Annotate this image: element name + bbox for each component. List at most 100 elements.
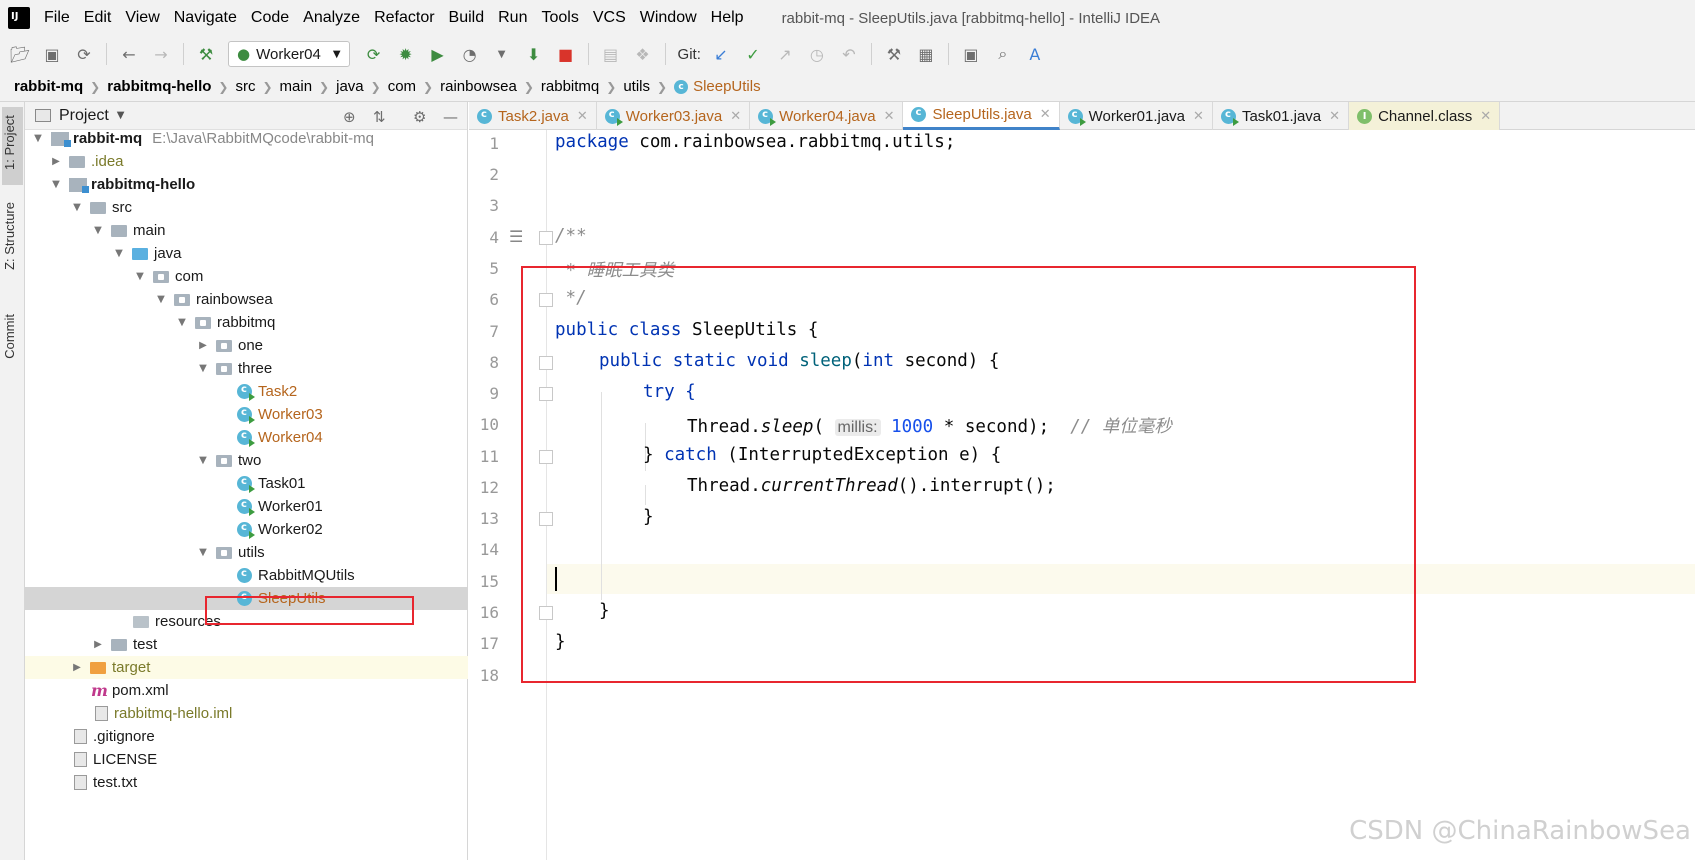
expanded-arrow-icon[interactable]: ▼ bbox=[91, 225, 105, 236]
tree-item[interactable]: Worker03 bbox=[25, 403, 468, 426]
stop-icon[interactable]: ■ bbox=[556, 44, 576, 64]
close-icon[interactable]: ✕ bbox=[1480, 109, 1491, 124]
run-configuration-select[interactable]: ● Worker04 ▼ bbox=[228, 41, 350, 67]
build-hammer-icon[interactable]: ⚒ bbox=[196, 44, 216, 64]
editor-tab[interactable]: Task2.java ✕ bbox=[469, 102, 597, 130]
tree-item[interactable]: ▼ rabbit-mq E:\Java\RabbitMQcode\rabbit-… bbox=[25, 127, 468, 150]
breadcrumb-item[interactable]: src bbox=[235, 78, 255, 95]
more-run-dropdown-icon[interactable]: ▼ bbox=[492, 44, 512, 64]
breadcrumb-current-file[interactable]: SleepUtils bbox=[693, 78, 761, 95]
expanded-arrow-icon[interactable]: ▼ bbox=[112, 248, 126, 259]
menu-view[interactable]: View bbox=[125, 9, 159, 27]
breadcrumb-item[interactable]: rabbit-mq bbox=[14, 78, 83, 95]
menu-code[interactable]: Code bbox=[251, 9, 289, 27]
tree-item[interactable]: LICENSE bbox=[25, 748, 468, 771]
tree-item[interactable]: ▶ target bbox=[25, 656, 468, 679]
save-all-icon[interactable]: ▣ bbox=[42, 44, 62, 64]
breadcrumb-item[interactable]: rabbitmq bbox=[541, 78, 599, 95]
breadcrumb-item[interactable]: rainbowsea bbox=[440, 78, 517, 95]
git-update-icon[interactable]: ↙ bbox=[711, 44, 731, 64]
expanded-arrow-icon[interactable]: ▼ bbox=[196, 455, 210, 466]
breadcrumb-item[interactable]: main bbox=[280, 78, 313, 95]
structure-icon[interactable]: ❖ bbox=[633, 44, 653, 64]
editor-tab[interactable]: Worker01.java ✕ bbox=[1060, 102, 1213, 130]
rerun-icon[interactable]: ⟳ bbox=[364, 44, 384, 64]
tree-item[interactable]: Worker01 bbox=[25, 495, 468, 518]
menu-refactor[interactable]: Refactor bbox=[374, 9, 434, 27]
editor-tab[interactable]: Task01.java ✕ bbox=[1213, 102, 1350, 130]
tool-tab-structure[interactable]: Z: Structure bbox=[2, 202, 17, 270]
locate-target-icon[interactable]: ⊕ bbox=[343, 108, 356, 126]
editor-tab[interactable]: Worker04.java ✕ bbox=[750, 102, 904, 130]
gear-icon[interactable]: ⚙ bbox=[413, 108, 426, 126]
expanded-arrow-icon[interactable]: ▼ bbox=[196, 547, 210, 558]
rollback-icon[interactable]: ↶ bbox=[839, 44, 859, 64]
tree-item[interactable]: ▼ rainbowsea bbox=[25, 288, 468, 311]
tree-item[interactable]: ▶ .idea bbox=[25, 150, 468, 173]
tree-item[interactable]: ▼ main bbox=[25, 219, 468, 242]
tree-item[interactable]: m pom.xml bbox=[25, 679, 468, 702]
collapsed-arrow-icon[interactable]: ▶ bbox=[49, 156, 63, 167]
tree-item[interactable]: Worker04 bbox=[25, 426, 468, 449]
expanded-arrow-icon[interactable]: ▼ bbox=[70, 202, 84, 213]
close-icon[interactable]: ✕ bbox=[884, 109, 895, 124]
terminal-icon[interactable]: ▣ bbox=[961, 44, 981, 64]
expanded-arrow-icon[interactable]: ▼ bbox=[175, 317, 189, 328]
close-icon[interactable]: ✕ bbox=[730, 109, 741, 124]
menu-file[interactable]: File bbox=[44, 9, 70, 27]
tree-item[interactable]: RabbitMQUtils bbox=[25, 564, 468, 587]
menu-edit[interactable]: Edit bbox=[84, 9, 112, 27]
menu-tools[interactable]: Tools bbox=[541, 9, 578, 27]
menu-window[interactable]: Window bbox=[640, 9, 697, 27]
expanded-arrow-icon[interactable]: ▼ bbox=[154, 294, 168, 305]
tree-item[interactable]: ▼ rabbitmq-hello bbox=[25, 173, 468, 196]
tree-item[interactable]: test.txt bbox=[25, 771, 468, 794]
close-icon[interactable]: ✕ bbox=[577, 109, 588, 124]
tool-tab-commit[interactable]: Commit bbox=[2, 314, 17, 359]
fold-marker-icon[interactable] bbox=[539, 231, 553, 245]
tree-item[interactable]: ▶ one bbox=[25, 334, 468, 357]
close-icon[interactable]: ✕ bbox=[1329, 109, 1340, 124]
tree-item[interactable]: ▼ three bbox=[25, 357, 468, 380]
expanded-arrow-icon[interactable]: ▼ bbox=[196, 363, 210, 374]
tree-item[interactable]: ▼ com bbox=[25, 265, 468, 288]
breadcrumb-item[interactable]: java bbox=[336, 78, 364, 95]
attach-debugger-icon[interactable]: ⬇ bbox=[524, 44, 544, 64]
tree-item[interactable]: rabbitmq-hello.iml bbox=[25, 702, 468, 725]
breadcrumb-item[interactable]: utils bbox=[623, 78, 650, 95]
history-icon[interactable]: ◷ bbox=[807, 44, 827, 64]
collapsed-arrow-icon[interactable]: ▶ bbox=[70, 662, 84, 673]
tree-item[interactable]: ▼ utils bbox=[25, 541, 468, 564]
git-push-icon[interactable]: ↗ bbox=[775, 44, 795, 64]
forward-arrow-icon[interactable]: → bbox=[151, 44, 171, 64]
hide-panel-icon[interactable]: — bbox=[443, 108, 458, 126]
translate-icon[interactable]: A bbox=[1025, 44, 1045, 64]
breadcrumb-item[interactable]: com bbox=[388, 78, 416, 95]
layout-icon[interactable]: ▤ bbox=[601, 44, 621, 64]
editor-tab[interactable]: I Channel.class ✕ bbox=[1349, 102, 1501, 130]
tree-item[interactable]: Task01 bbox=[25, 472, 468, 495]
tree-item[interactable]: ▼ rabbitmq bbox=[25, 311, 468, 334]
sync-icon[interactable]: ⟳ bbox=[74, 44, 94, 64]
expanded-arrow-icon[interactable]: ▼ bbox=[133, 271, 147, 282]
tool-tab-project[interactable]: 1: Project bbox=[2, 107, 23, 185]
tree-item[interactable]: ▼ two bbox=[25, 449, 468, 472]
menu-analyze[interactable]: Analyze bbox=[303, 9, 360, 27]
javadoc-render-icon[interactable]: ☰ bbox=[509, 227, 523, 246]
debug-bug-icon[interactable]: ✹ bbox=[396, 44, 416, 64]
expanded-arrow-icon[interactable]: ▼ bbox=[49, 179, 63, 190]
project-structure-icon[interactable]: ▦ bbox=[916, 44, 936, 64]
coverage-icon[interactable]: ▶ bbox=[428, 44, 448, 64]
collapsed-arrow-icon[interactable]: ▶ bbox=[196, 340, 210, 351]
collapsed-arrow-icon[interactable]: ▶ bbox=[91, 639, 105, 650]
expanded-arrow-icon[interactable]: ▼ bbox=[31, 133, 45, 144]
search-icon[interactable]: ⌕ bbox=[993, 44, 1013, 64]
close-icon[interactable]: ✕ bbox=[1040, 107, 1051, 122]
chevron-down-icon[interactable]: ▼ bbox=[117, 110, 125, 121]
editor-tab[interactable]: Worker03.java ✕ bbox=[597, 102, 751, 130]
tree-item[interactable]: ▼ src bbox=[25, 196, 468, 219]
tree-item[interactable]: Task2 bbox=[25, 380, 468, 403]
editor-tab-active[interactable]: SleepUtils.java ✕ bbox=[903, 102, 1060, 130]
menu-build[interactable]: Build bbox=[449, 9, 485, 27]
menu-navigate[interactable]: Navigate bbox=[174, 9, 237, 27]
